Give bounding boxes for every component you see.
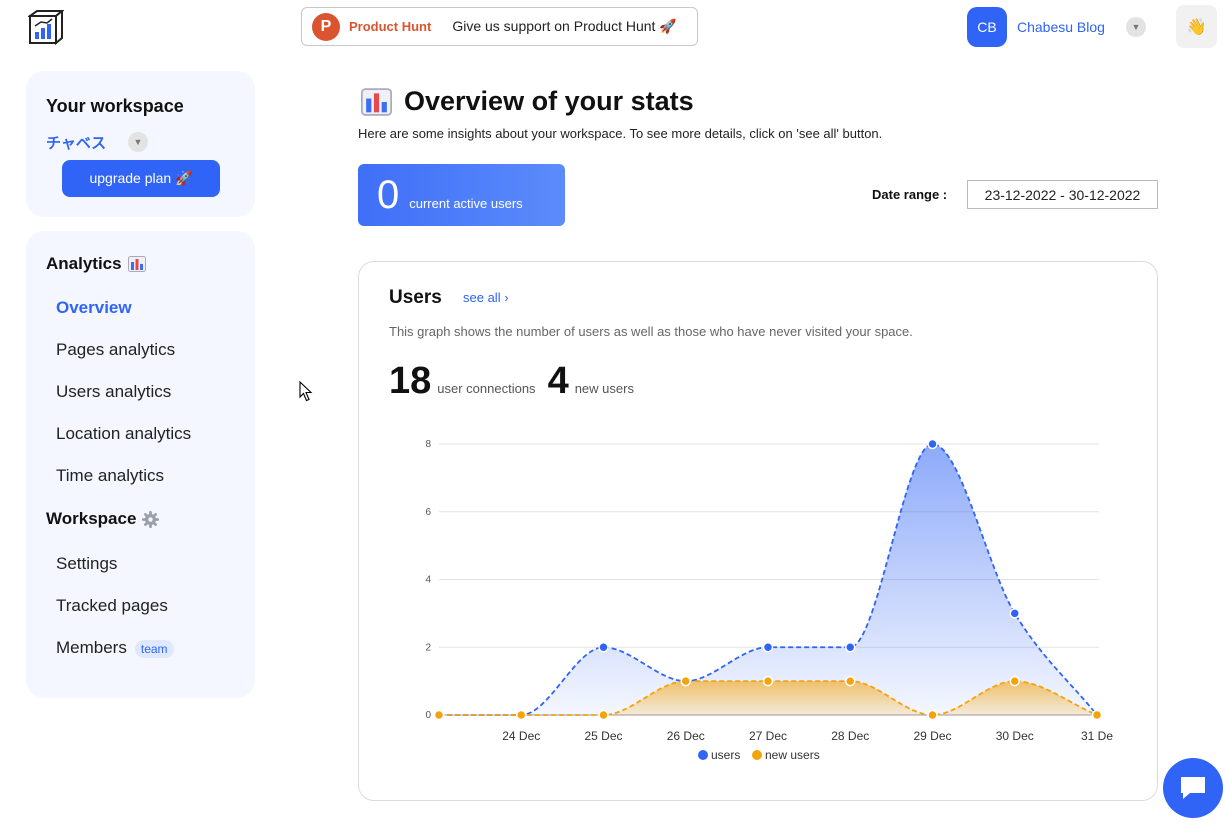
sidebar-item-pages-analytics[interactable]: Pages analytics: [56, 340, 175, 360]
legend-marker: [752, 750, 762, 760]
data-point-users: [1009, 608, 1020, 619]
legend-label: users: [711, 748, 740, 762]
y-tick-label: 0: [425, 710, 431, 721]
data-point-new-users: [680, 675, 691, 687]
x-tick-label: 28 Dec: [831, 729, 869, 743]
product-hunt-banner[interactable]: P Product Hunt Give us support on Produc…: [301, 7, 698, 46]
product-hunt-name: Product Hunt: [349, 19, 432, 34]
data-point-users: [927, 438, 938, 450]
data-point-new-users: [762, 675, 774, 687]
wave-button[interactable]: 👋: [1176, 5, 1217, 48]
y-tick-label: 2: [425, 642, 431, 653]
page-title-text: Overview of your stats: [404, 86, 694, 116]
x-tick-label: 31 De: [1081, 729, 1113, 743]
workspace-title: Your workspace: [46, 96, 184, 116]
data-point-users: [762, 642, 774, 653]
sidebar-item-tracked-pages[interactable]: Tracked pages: [56, 596, 168, 616]
workspace-section-title: Workspace: [46, 509, 160, 529]
upgrade-plan-button[interactable]: upgrade plan 🚀: [62, 160, 220, 197]
workspace-section-label: Workspace: [46, 509, 137, 528]
date-range-label: Date range :: [872, 187, 948, 202]
sidebar-nav: Analytics Overview Pages analytics Users…: [26, 231, 255, 698]
x-tick-label: 25 Dec: [584, 729, 622, 743]
data-point-new-users: [927, 709, 938, 721]
data-point-new-users: [845, 675, 856, 687]
mouse-cursor-icon: [299, 381, 313, 402]
x-tick-label: 24 Dec: [502, 729, 540, 743]
analytics-title: Analytics: [46, 254, 122, 273]
wave-icon: 👋: [1186, 18, 1207, 36]
page-title: Overview of your stats: [361, 86, 694, 117]
data-point-new-users: [1091, 709, 1103, 721]
workspace-card: Your workspace チャベス ▼ upgrade plan 🚀: [26, 71, 255, 217]
x-tick-label: 26 Dec: [667, 729, 705, 743]
members-label: Members: [56, 638, 127, 657]
data-point-users: [845, 642, 856, 653]
users-card: Users see all › This graph shows the num…: [358, 261, 1158, 801]
user-menu[interactable]: CB Chabesu Blog: [967, 7, 1105, 47]
data-point-users: [598, 642, 609, 653]
data-point-new-users: [598, 709, 609, 721]
legend-marker: [698, 750, 708, 760]
y-tick-label: 4: [425, 575, 431, 586]
product-hunt-icon: P: [312, 12, 340, 41]
user-name[interactable]: Chabesu Blog: [1017, 19, 1105, 35]
y-tick-label: 6: [425, 507, 431, 518]
chevron-down-icon[interactable]: ▼: [128, 132, 148, 152]
active-users-label: current active users: [409, 195, 523, 211]
sidebar-item-users-analytics[interactable]: Users analytics: [56, 382, 171, 402]
y-tick-label: 8: [425, 439, 431, 450]
analytics-section-title: Analytics: [46, 254, 146, 274]
chat-button[interactable]: [1163, 758, 1223, 818]
product-hunt-message: Give us support on Product Hunt 🚀: [452, 18, 677, 34]
gear-icon: [142, 510, 160, 528]
x-tick-label: 27 Dec: [749, 729, 787, 743]
x-tick-label: 29 Dec: [913, 729, 951, 743]
avatar[interactable]: CB: [967, 7, 1007, 47]
team-badge: team: [134, 639, 174, 658]
bar-chart-icon: [127, 256, 146, 272]
chat-icon: [1181, 777, 1205, 799]
data-point-new-users: [433, 709, 445, 721]
active-users-count: 0: [377, 172, 400, 217]
active-users-card: 0 current active users: [358, 164, 565, 226]
page-subtitle: Here are some insights about your worksp…: [358, 126, 883, 141]
app-logo[interactable]: [28, 10, 64, 46]
sidebar-item-overview[interactable]: Overview: [56, 298, 132, 318]
users-chart: 0 2 4 6 8 24 Dec 25 Dec 26 Dec 27 Dec 28 Dec 29 De…: [425, 438, 1113, 762]
workspace-name[interactable]: チャベス: [46, 132, 106, 153]
legend-label: new users: [765, 748, 820, 762]
sidebar-item-settings[interactable]: Settings: [56, 554, 117, 574]
date-range-input[interactable]: 23-12-2022 - 30-12-2022: [967, 180, 1158, 209]
data-point-new-users: [516, 709, 527, 721]
chevron-down-icon[interactable]: ▼: [1126, 17, 1146, 37]
data-point-new-users: [1009, 675, 1020, 687]
sidebar-item-members[interactable]: Members team: [56, 638, 174, 658]
bar-chart-icon: [361, 87, 392, 116]
x-tick-label: 30 Dec: [996, 729, 1034, 743]
sidebar-item-location-analytics[interactable]: Location analytics: [56, 424, 191, 444]
sidebar-item-time-analytics[interactable]: Time analytics: [56, 466, 164, 486]
